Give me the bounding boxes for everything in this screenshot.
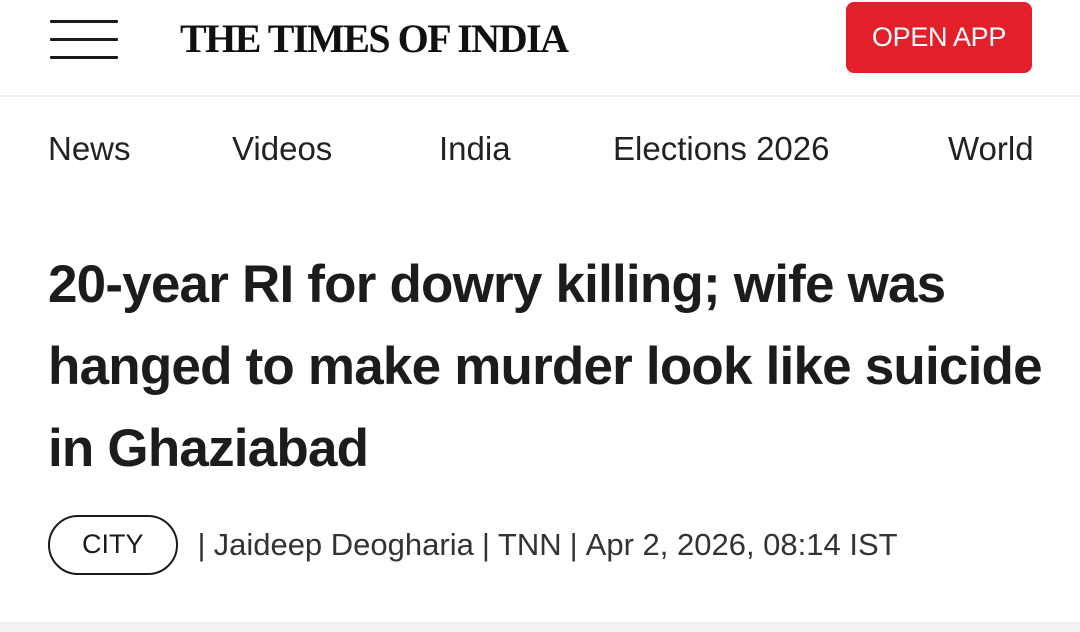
separator: |: [569, 527, 578, 562]
menu-line: [50, 38, 118, 41]
nav-item-world[interactable]: World: [948, 129, 1034, 169]
nav-item-india[interactable]: India: [439, 129, 511, 169]
article-headline: 20-year RI for dowry killing; wife was h…: [48, 255, 1043, 478]
open-app-button[interactable]: OPEN APP: [846, 2, 1032, 73]
article-byline: CITY | Jaideep Deogharia | TNN | Apr 2, 2026,…: [48, 515, 898, 575]
site-logo[interactable]: THE TIMES OF INDIA: [180, 12, 569, 66]
nav-item-videos[interactable]: Videos: [232, 129, 332, 169]
publish-timestamp: Apr 2, 2026, 08:14 IST: [585, 527, 898, 562]
menu-line: [50, 20, 118, 23]
content-divider: [0, 622, 1080, 632]
separator: |: [197, 527, 206, 562]
article-page: THE TIMES OF INDIA OPEN APP News Videos …: [0, 0, 1080, 632]
nav-item-elections-2026[interactable]: Elections 2026: [613, 129, 829, 169]
menu-line: [50, 56, 118, 59]
nav-item-news[interactable]: News: [48, 129, 131, 169]
byline-meta: | Jaideep Deogharia | TNN | Apr 2, 2026, 08:1…: [190, 515, 898, 575]
hamburger-menu-icon[interactable]: [50, 18, 118, 62]
category-tag[interactable]: CITY: [48, 515, 178, 575]
section-nav: News Videos India Elections 2026 World: [0, 97, 1080, 207]
separator: |: [481, 527, 490, 562]
author-name[interactable]: Jaideep Deogharia: [214, 527, 474, 562]
top-header: THE TIMES OF INDIA OPEN APP: [0, 0, 1080, 97]
agency-name: TNN: [497, 527, 562, 562]
